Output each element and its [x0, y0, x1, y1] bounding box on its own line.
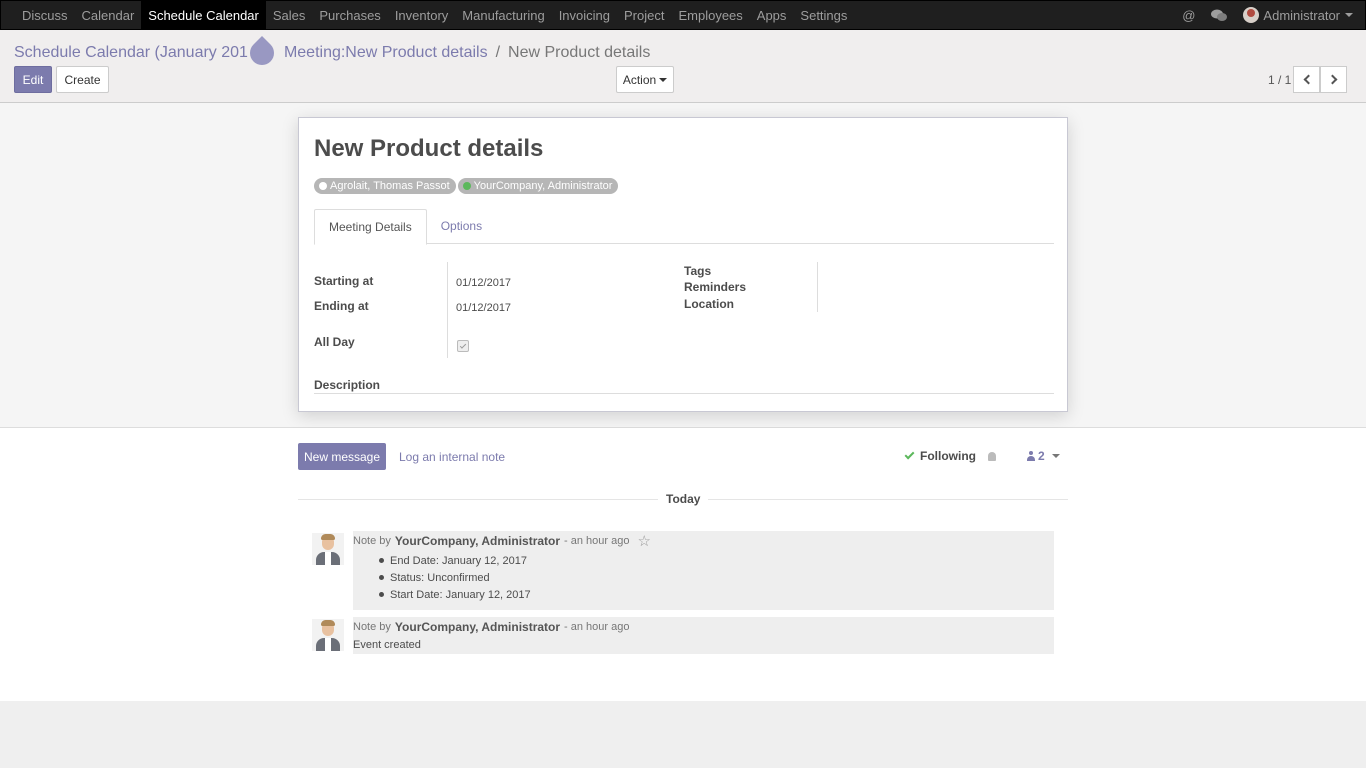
pager-previous-button[interactable]: [1293, 66, 1320, 93]
message-header: Note by YourCompany, Administrator - an …: [353, 619, 1054, 635]
starting-at-label: Starting at: [314, 274, 374, 288]
list-item: Start Date: January 12, 2017: [379, 586, 1054, 603]
user-icon: [1027, 451, 1035, 461]
field-divider: [447, 262, 448, 358]
menu-discuss[interactable]: Discuss: [15, 1, 75, 29]
chevron-down-icon: [659, 77, 668, 82]
attendee-name: Agrolait, Thomas Passot: [330, 180, 450, 192]
ending-at-value: 01/12/2017: [456, 302, 512, 314]
date-separator-label: Today: [658, 492, 709, 506]
form-view: New Product details Agrolait, Thomas Pas…: [0, 103, 1366, 428]
control-panel: Schedule Calendar (January 201 Meeting:N…: [0, 30, 1366, 103]
chat-bubbles-icon[interactable]: [1203, 9, 1235, 22]
menu-purchases[interactable]: Purchases: [312, 1, 387, 29]
field-divider: [817, 262, 818, 312]
ending-at-label: Ending at: [314, 299, 369, 313]
chevron-right-icon: [1327, 74, 1337, 85]
menu-calendar[interactable]: Calendar: [75, 1, 142, 29]
message-body: Event created: [353, 639, 421, 651]
event-title: New Product details: [314, 135, 544, 162]
message-bubble: Note by YourCompany, Administrator - an …: [353, 617, 1054, 654]
message-author[interactable]: YourCompany, Administrator: [395, 620, 560, 634]
message-bubble: Note by YourCompany, Administrator - an …: [353, 531, 1054, 610]
menu-settings[interactable]: Settings: [793, 1, 854, 29]
following-button[interactable]: Following: [904, 449, 996, 463]
followers-count: 2: [1038, 449, 1045, 463]
chevron-left-icon: [1303, 74, 1313, 85]
tab-meeting-details[interactable]: Meeting Details: [314, 209, 427, 245]
bell-icon[interactable]: [988, 451, 996, 461]
user-name: Administrator: [1263, 7, 1340, 23]
form-tabs: Meeting Details Options: [314, 209, 1054, 245]
list-item: End Date: January 12, 2017: [379, 552, 1054, 569]
edit-button[interactable]: Edit: [14, 66, 52, 93]
status-dot-icon: [462, 182, 471, 190]
all-day-label: All Day: [314, 335, 355, 349]
mention-icon[interactable]: @: [1174, 8, 1203, 23]
action-dropdown[interactable]: Action: [616, 66, 674, 93]
loading-drop-icon: [244, 36, 279, 70]
reminders-label: Reminders: [684, 280, 747, 294]
starting-at-value: 01/12/2017: [456, 277, 512, 289]
message-header: Note by YourCompany, Administrator - an …: [353, 533, 1054, 549]
tab-options[interactable]: Options: [427, 209, 496, 243]
message-prefix: Note by: [353, 535, 391, 547]
location-label: Location: [684, 297, 734, 311]
all-day-checkbox: [457, 340, 469, 352]
author-avatar[interactable]: [312, 619, 344, 651]
breadcrumb-meeting[interactable]: Meeting:New Product details: [284, 44, 488, 62]
description-label: Description: [314, 378, 381, 392]
menu-invoicing[interactable]: Invoicing: [552, 1, 617, 29]
form-sheet: New Product details Agrolait, Thomas Pas…: [298, 117, 1068, 412]
message-author[interactable]: YourCompany, Administrator: [395, 534, 560, 548]
attendee-tags: Agrolait, Thomas Passot YourCompany, Adm…: [314, 178, 620, 194]
menu-inventory[interactable]: Inventory: [388, 1, 455, 29]
description-separator: [314, 393, 1054, 394]
menu-schedule-calendar[interactable]: Schedule Calendar: [141, 1, 266, 29]
attendee-name: YourCompany, Administrator: [473, 180, 613, 192]
user-avatar: [1243, 7, 1260, 23]
chevron-down-icon: [1051, 454, 1060, 458]
create-button[interactable]: Create: [56, 66, 109, 93]
breadcrumb: Schedule Calendar (January 201 Meeting:N…: [14, 36, 651, 70]
message-time: - an hour ago: [564, 621, 630, 633]
tags-label: Tags: [684, 264, 712, 278]
chatter: New message Log an internal note Followi…: [0, 428, 1366, 701]
menu-manufacturing[interactable]: Manufacturing: [455, 1, 551, 29]
checkmark-icon: [459, 341, 467, 349]
attendee-tag[interactable]: Agrolait, Thomas Passot: [314, 178, 456, 194]
check-icon: [904, 449, 915, 460]
new-message-button[interactable]: New message: [298, 443, 386, 470]
menu-project[interactable]: Project: [617, 1, 671, 29]
tracking-values: End Date: January 12, 2017 Status: Uncon…: [353, 552, 1054, 603]
log-note-link[interactable]: Log an internal note: [399, 450, 505, 464]
menu-apps[interactable]: Apps: [750, 1, 794, 29]
navbar-systray: @ Administrator: [1174, 1, 1365, 29]
chevron-down-icon: [1345, 13, 1353, 17]
status-dot-icon: [319, 182, 327, 190]
attendee-tag[interactable]: YourCompany, Administrator: [457, 178, 619, 194]
pager-next-button[interactable]: [1320, 66, 1347, 93]
list-item: Status: Unconfirmed: [379, 569, 1054, 586]
user-menu[interactable]: Administrator: [1235, 7, 1353, 23]
star-icon[interactable]: ☆: [637, 534, 650, 549]
action-label: Action: [622, 72, 657, 87]
message-prefix: Note by: [353, 621, 391, 633]
breadcrumb-current: New Product details: [508, 44, 651, 61]
app-menu: Discuss Calendar Schedule Calendar Sales…: [1, 1, 854, 29]
following-label: Following: [920, 449, 976, 463]
author-avatar[interactable]: [312, 533, 344, 565]
breadcrumb-schedule-calendar[interactable]: Schedule Calendar (January 201: [14, 44, 248, 62]
message-time: - an hour ago: [564, 535, 630, 547]
menu-employees[interactable]: Employees: [671, 1, 749, 29]
menu-sales[interactable]: Sales: [266, 1, 313, 29]
breadcrumb-separator: /: [495, 44, 501, 61]
top-navbar: Discuss Calendar Schedule Calendar Sales…: [0, 0, 1366, 30]
pager-value[interactable]: 1 / 1: [1268, 73, 1291, 87]
followers-dropdown[interactable]: 2: [1027, 449, 1060, 463]
